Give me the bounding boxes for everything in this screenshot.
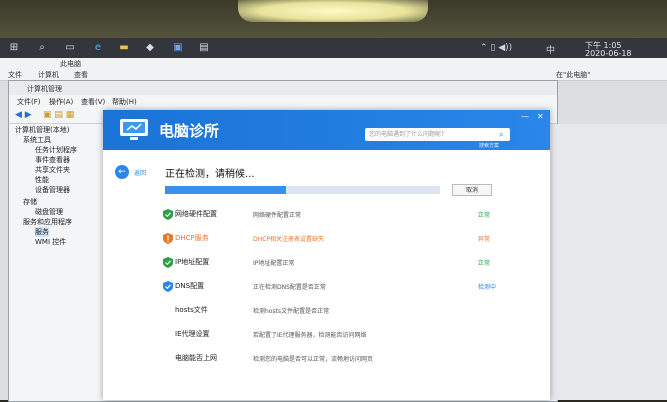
search-solution-link[interactable]: 搜索方案 [479,142,499,149]
explorer-search-label[interactable]: 在"此电脑" [556,70,590,80]
explorer-title: 此电脑 [60,60,81,68]
tree-item[interactable]: 共享文件夹 [35,165,70,175]
check-name: DHCP服务 [175,234,209,242]
back-arrow-icon[interactable]: ◀ ▶ [15,110,32,120]
clock-date[interactable]: 2020-06-18 [585,49,632,58]
close-icon[interactable]: ✕ [537,112,544,121]
shield-warning-icon [163,233,173,244]
explorer-window-bar: 此电脑 文件 计算机 查看 在"此电脑" [0,58,667,81]
task-view-icon[interactable]: ▭ [64,42,76,54]
check-desc: IP地址配置正常 [253,260,295,267]
check-row: 网络硬件配置 网络硬件配置正常 正常 [103,202,550,226]
shield-ok-icon [163,257,173,268]
back-button[interactable]: ← [115,165,129,179]
check-row: DHCP服务 DHCP相关注册表设置缺失 异常 [103,226,550,250]
progress-fill [165,186,286,194]
check-row: IE代理设置 若配置了IE代理服务器，检测能否访问网络 [103,322,550,346]
pc-clinic-window: 电脑诊所 您的电脑遇到了什么问题呢? ⌕ 搜索方案 — ✕ ← 返回 正在检测，… [103,110,550,400]
check-name: 电脑能否上网 [175,354,217,362]
back-label[interactable]: 返回 [134,168,146,177]
cancel-button[interactable]: 取消 [452,184,492,196]
tray-icons[interactable]: ⌃ ▯ ◀)) [480,43,512,53]
taskbar: ⊞ ⌕ ▭ e ▬ ◆ ▣ ▤ ⌃ ▯ ◀)) 中 下午 1:05 2020-0… [0,38,667,58]
windows-icon[interactable]: ⊞ [8,42,20,54]
mgmt-titlebar: 计算机管理 [9,81,557,95]
menu-file[interactable]: 文件(F) [17,97,41,107]
edge-icon[interactable]: e [92,42,104,54]
menu-view[interactable]: 查看(V) [81,97,105,107]
check-desc: DHCP相关注册表设置缺失 [253,236,324,243]
status-text: 正在检测，请稍候... [165,169,255,180]
check-name: 网络硬件配置 [175,210,217,218]
tree-item[interactable]: 计算机管理(本地) [15,125,69,135]
check-row: DNS配置 正在检测DNS配置是否正常 检测中 [103,274,550,298]
tree-item[interactable]: 服务和应用程序 [23,217,72,227]
check-state: 正常 [478,212,491,219]
search-icon[interactable]: ⌕ [36,42,48,54]
tree-item[interactable]: WMI 控件 [35,237,66,247]
tree-item[interactable]: 设备管理器 [35,185,70,195]
mgmt-title: 计算机管理 [27,85,62,93]
check-name: IE代理设置 [175,330,210,338]
tree-item-selected[interactable]: 服务 [35,227,49,237]
monitor-logo-icon [120,119,148,140]
menu-help[interactable]: 帮助(H) [112,97,137,107]
check-name: IP地址配置 [175,258,210,266]
monitor-screen: ⊞ ⌕ ▭ e ▬ ◆ ▣ ▤ ⌃ ▯ ◀)) 中 下午 1:05 2020-0… [0,38,667,402]
tree-item[interactable]: 存储 [23,197,37,207]
search-icon[interactable]: ⌕ [499,130,503,140]
progress-bar [165,186,440,194]
background-pane [540,124,667,400]
check-row: 电脑能否上网 检测您的电脑是否可以正常，流畅地访问网页 [103,346,550,370]
explorer-tab-file[interactable]: 文件 [8,70,22,80]
search-input[interactable]: 您的电脑遇到了什么问题呢? [365,128,510,141]
check-desc: 若配置了IE代理服务器，检测能否访问网络 [253,332,367,339]
shield-checking-icon [163,281,173,292]
check-state: 检测中 [478,284,497,291]
mgmt-menubar: 文件(F) 操作(A) 查看(V) 帮助(H) [9,95,557,109]
check-desc: 正在检测DNS配置是否正常 [253,284,326,291]
app-header: 电脑诊所 您的电脑遇到了什么问题呢? ⌕ 搜索方案 — ✕ [103,110,550,150]
explorer-tab-computer[interactable]: 计算机 [38,70,59,80]
check-desc: 网络硬件配置正常 [253,212,302,219]
shield-ok-icon [163,209,173,220]
check-desc: 检测您的电脑是否可以正常，流畅地访问网页 [253,356,374,363]
explorer-tab-view[interactable]: 查看 [74,70,88,80]
menu-action[interactable]: 操作(A) [49,97,73,107]
folder-icon[interactable]: ▣ ▤ ▦ [43,110,74,120]
photo-background [0,0,667,40]
app-icon-1[interactable]: ◆ [144,42,156,54]
tree-item[interactable]: 性能 [35,175,49,185]
check-row: IP地址配置 IP地址配置正常 正常 [103,250,550,274]
tree-item[interactable]: 任务计划程序 [35,145,77,155]
minimize-icon[interactable]: — [521,112,529,121]
light-reflection [238,0,428,22]
check-name: hosts文件 [175,306,208,314]
check-desc: 检测hosts文件配置是否正常 [253,308,330,315]
explorer-icon[interactable]: ▬ [118,42,130,54]
app-icon-2[interactable]: ▣ [172,42,184,54]
tree-item[interactable]: 磁盘管理 [35,207,63,217]
tree-item[interactable]: 事件查看器 [35,155,70,165]
ime-indicator[interactable]: 中 [546,43,555,56]
check-state: 异常 [478,236,491,243]
tree-item[interactable]: 系统工具 [23,135,51,145]
check-state: 正常 [478,260,491,267]
app-title: 电脑诊所 [159,122,220,140]
check-row: hosts文件 检测hosts文件配置是否正常 [103,298,550,322]
app-icon-3[interactable]: ▤ [198,42,210,54]
check-name: DNS配置 [175,282,205,290]
